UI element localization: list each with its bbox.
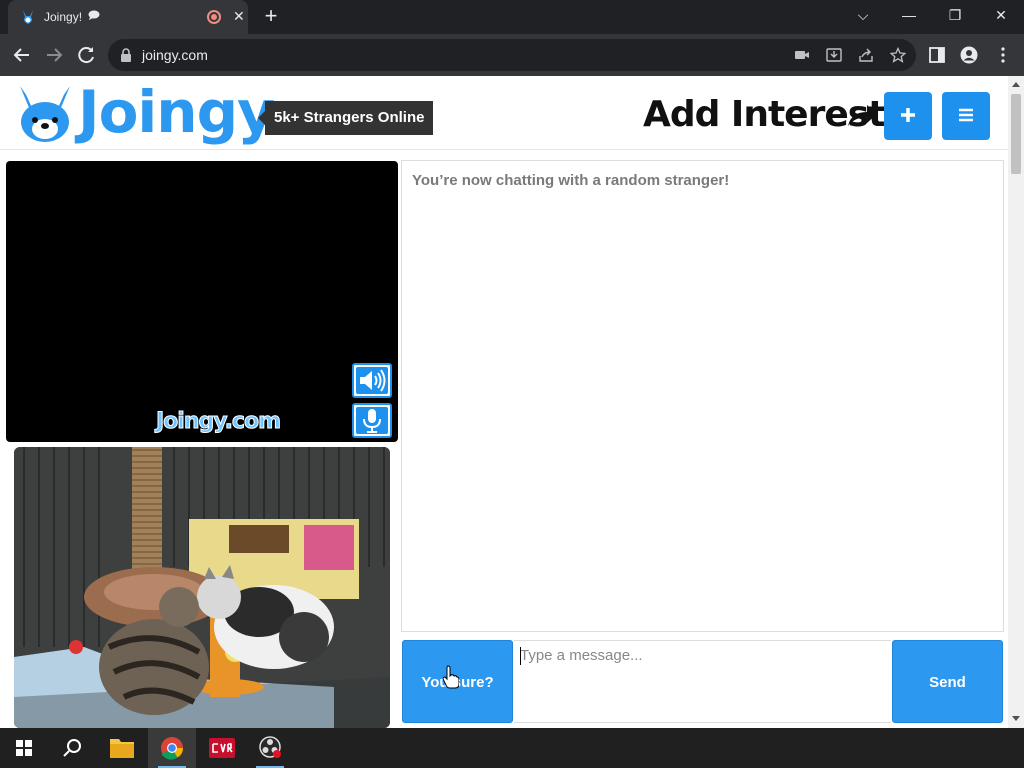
- cvr-app-button[interactable]: [198, 728, 246, 768]
- message-input[interactable]: Type a message...: [514, 640, 891, 723]
- tab-title: Joingy!: [44, 10, 83, 24]
- self-camera-video: [14, 447, 390, 728]
- stranger-video: Joingy.com: [6, 161, 398, 442]
- page-scrollbar[interactable]: [1008, 76, 1024, 728]
- obs-app-button[interactable]: [246, 728, 294, 768]
- kittens-camera-image: [14, 447, 390, 728]
- online-count-badge: 5k+ Strangers Online: [257, 101, 434, 135]
- share-icon[interactable]: [858, 47, 874, 63]
- tab-search-button[interactable]: ⌵: [840, 0, 886, 30]
- new-tab-button[interactable]: +: [260, 4, 282, 28]
- install-app-icon[interactable]: [826, 47, 842, 63]
- side-panel-icon[interactable]: [928, 46, 946, 64]
- scroll-up-arrow-icon[interactable]: [1012, 82, 1020, 87]
- site-logo-text[interactable]: Joingy: [78, 78, 275, 146]
- browser-tab-joingy[interactable]: Joingy! ✕: [8, 0, 248, 34]
- message-input-placeholder: Type a message...: [520, 647, 643, 664]
- chat-status-message: You’re now chatting with a random strang…: [412, 172, 730, 189]
- profile-avatar-icon[interactable]: [960, 46, 978, 64]
- restore-button[interactable]: ❐: [932, 0, 978, 30]
- start-button[interactable]: [0, 728, 48, 768]
- hand-pointer-cursor-icon: [443, 665, 459, 689]
- add-interests-button[interactable]: [884, 92, 932, 140]
- obs-icon: [259, 736, 281, 758]
- chrome-icon: [161, 737, 183, 760]
- file-explorer-button[interactable]: [98, 728, 146, 768]
- site-header: Joingy 5k+ Strangers Online Add Interest…: [0, 76, 1008, 150]
- send-button[interactable]: Send: [892, 640, 1003, 723]
- bunny-logo-icon[interactable]: [14, 82, 76, 144]
- recording-indicator-icon: [207, 10, 221, 24]
- forward-arrow-icon[interactable]: [42, 43, 66, 67]
- close-tab-button[interactable]: ✕: [233, 8, 245, 25]
- search-icon: [63, 739, 81, 757]
- hamburger-menu-icon: [959, 108, 973, 122]
- chat-log: You’re now chatting with a random strang…: [401, 160, 1004, 632]
- bookmark-star-icon[interactable]: [890, 47, 906, 63]
- video-watermark: Joingy.com: [155, 409, 281, 435]
- kebab-menu-icon[interactable]: [994, 46, 1012, 64]
- browser-toolbar: joingy.com: [0, 34, 1024, 76]
- reload-icon[interactable]: [74, 43, 98, 67]
- chat-bubble-icon: [88, 10, 100, 20]
- chrome-taskbar-button[interactable]: [148, 728, 196, 768]
- browser-tab-strip: Joingy! ✕ + ⌵ — ❐ ✕: [0, 0, 1024, 34]
- address-bar[interactable]: joingy.com: [108, 39, 916, 71]
- microphone-icon: [363, 409, 381, 433]
- windows-taskbar: [0, 728, 1024, 768]
- volume-button[interactable]: [352, 363, 392, 398]
- windows-start-icon: [16, 740, 32, 756]
- curved-arrow-icon: [848, 105, 877, 126]
- cvr-app-icon: [209, 738, 235, 758]
- url-text: joingy.com: [142, 47, 208, 63]
- camera-in-use-icon[interactable]: [794, 47, 810, 63]
- menu-button[interactable]: [942, 92, 990, 140]
- lock-icon: [121, 48, 131, 62]
- speaker-volume-icon: [360, 369, 386, 392]
- close-window-button[interactable]: ✕: [978, 0, 1024, 30]
- minimize-button[interactable]: —: [886, 0, 932, 30]
- taskbar-search-button[interactable]: [48, 728, 96, 768]
- web-page: Joingy 5k+ Strangers Online Add Interest…: [0, 76, 1008, 728]
- file-explorer-icon: [110, 739, 134, 758]
- plus-icon: [901, 108, 915, 122]
- text-caret: [520, 647, 521, 665]
- microphone-button[interactable]: [352, 403, 392, 438]
- scroll-down-arrow-icon[interactable]: [1012, 716, 1020, 721]
- scrollbar-thumb[interactable]: [1011, 94, 1021, 174]
- back-arrow-icon[interactable]: [10, 43, 34, 67]
- joingy-favicon-icon: [23, 10, 33, 24]
